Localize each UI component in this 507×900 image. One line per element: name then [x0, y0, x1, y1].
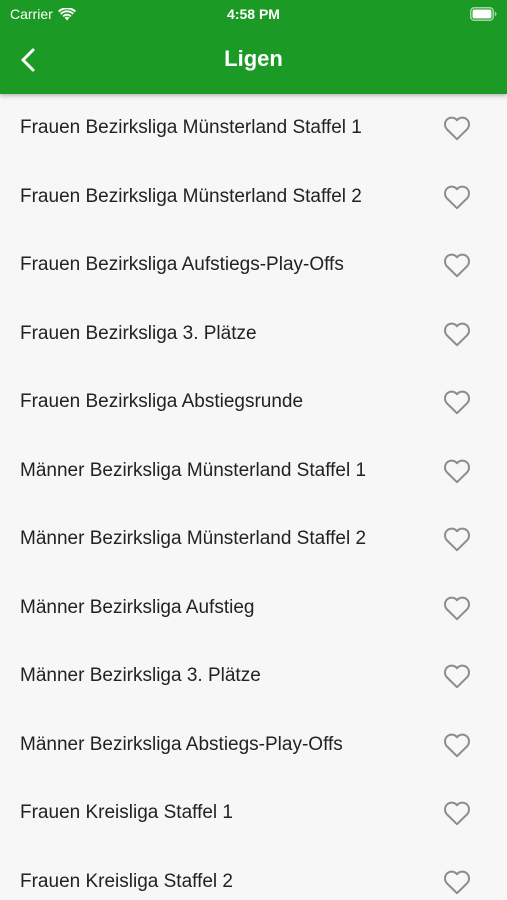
league-row[interactable]: Männer Bezirksliga Münsterland Staffel 2	[0, 505, 507, 574]
favorite-button[interactable]	[442, 320, 472, 348]
heart-outline-icon	[444, 801, 470, 826]
favorite-button[interactable]	[442, 662, 472, 690]
league-row[interactable]: Frauen Kreisliga Staffel 1	[0, 779, 507, 848]
heart-outline-icon	[444, 870, 470, 894]
heart-outline-icon	[444, 322, 470, 346]
page-title: Ligen	[224, 46, 283, 71]
league-name: Frauen Bezirksliga Abstiegsrunde	[20, 391, 304, 412]
favorite-button[interactable]	[442, 731, 472, 759]
league-name: Männer Bezirksliga Abstiegs-Play-Offs	[20, 733, 343, 755]
heart-outline-icon	[444, 459, 470, 483]
heart-outline-icon	[444, 390, 470, 415]
favorite-button[interactable]	[442, 594, 472, 622]
favorite-button[interactable]	[442, 183, 472, 211]
heart-outline-icon	[444, 664, 470, 689]
league-name: Männer Bezirksliga Aufstieg	[20, 596, 255, 618]
status-time: 4:58 PM	[227, 6, 280, 22]
heart-outline-icon	[444, 185, 470, 209]
favorite-button[interactable]	[442, 868, 472, 896]
league-row[interactable]: Frauen Bezirksliga 3. Plätze	[0, 300, 507, 369]
navigation-bar: Ligen	[0, 28, 507, 94]
heart-outline-icon	[444, 596, 470, 620]
app-header: Carrier 4:58 PM Ligen	[0, 0, 507, 94]
favorite-button[interactable]	[442, 388, 472, 416]
league-name: Männer Bezirksliga 3. Plätze	[20, 665, 261, 686]
favorite-button[interactable]	[442, 251, 472, 279]
heart-outline-icon	[444, 116, 470, 141]
league-name: Frauen Bezirksliga Münsterland Staffel 1	[20, 117, 362, 138]
league-row[interactable]: Frauen Bezirksliga Münsterland Staffel 2	[0, 163, 507, 232]
league-name: Männer Bezirksliga Münsterland Staffel 1	[20, 459, 367, 481]
league-row[interactable]: Männer Bezirksliga Münsterland Staffel 1	[0, 437, 507, 506]
status-bar: Carrier 4:58 PM	[0, 0, 507, 28]
favorite-button[interactable]	[442, 457, 472, 485]
favorite-button[interactable]	[442, 525, 472, 553]
favorite-button[interactable]	[442, 799, 472, 827]
league-row[interactable]: Frauen Bezirksliga Aufstiegs-Play-Offs	[0, 231, 507, 300]
battery-icon	[470, 7, 497, 21]
league-row[interactable]: Männer Bezirksliga 3. Plätze	[0, 642, 507, 711]
league-name: Frauen Bezirksliga Aufstiegs-Play-Offs	[20, 254, 344, 275]
heart-outline-icon	[444, 253, 470, 278]
league-name: Frauen Kreisliga Staffel 2	[20, 870, 233, 892]
league-name: Frauen Bezirksliga 3. Plätze	[20, 322, 257, 344]
league-name: Frauen Kreisliga Staffel 1	[20, 802, 233, 823]
leagues-screen: Carrier 4:58 PM Ligen Frauen Bezirksliga…	[0, 0, 507, 900]
league-row[interactable]: Frauen Bezirksliga Münsterland Staffel 1	[0, 94, 507, 163]
league-row[interactable]: Frauen Kreisliga Staffel 2	[0, 848, 507, 900]
league-list: Frauen Bezirksliga Münsterland Staffel 1…	[0, 94, 507, 900]
league-name: Männer Bezirksliga Münsterland Staffel 2	[20, 528, 367, 549]
heart-outline-icon	[444, 527, 470, 552]
league-row[interactable]: Männer Bezirksliga Aufstieg	[0, 574, 507, 643]
league-row[interactable]: Männer Bezirksliga Abstiegs-Play-Offs	[0, 711, 507, 780]
favorite-button[interactable]	[442, 114, 472, 142]
league-row[interactable]: Frauen Bezirksliga Abstiegsrunde	[0, 368, 507, 437]
heart-outline-icon	[444, 733, 470, 757]
league-name: Frauen Bezirksliga Münsterland Staffel 2	[20, 185, 362, 207]
